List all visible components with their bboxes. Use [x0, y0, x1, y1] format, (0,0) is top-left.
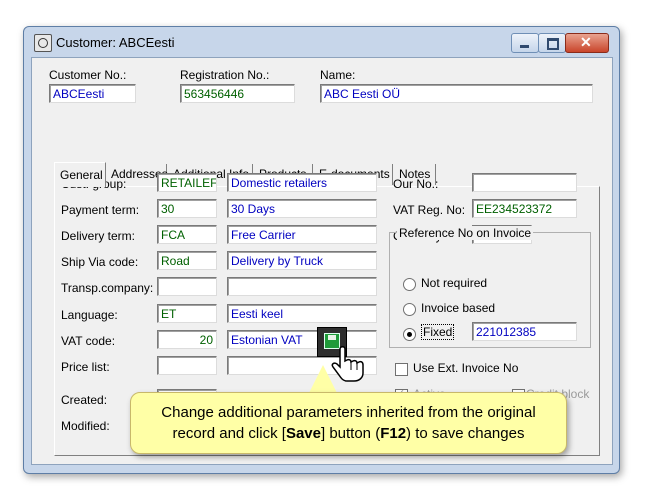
registration-no-label: Registration No.: — [180, 68, 270, 82]
payment-term-label: Payment term: — [61, 203, 140, 217]
callout-line-1: Change additional parameters inherited f… — [161, 404, 536, 421]
minimize-button[interactable] — [511, 33, 539, 53]
created-label: Created: — [61, 393, 108, 407]
minimize-icon — [520, 45, 529, 48]
payment-term-desc-field[interactable]: 30 Days — [227, 199, 377, 218]
ship-via-code-field[interactable]: Road — [157, 251, 217, 270]
instruction-callout: Change additional parameters inherited f… — [130, 392, 567, 454]
title-bar: Customer: ABCEesti ✕ — [24, 27, 619, 57]
radio-fixed[interactable] — [403, 328, 416, 341]
tab-general[interactable]: General — [54, 162, 106, 187]
fixed-reference-field[interactable]: 221012385 — [472, 322, 577, 341]
close-button[interactable]: ✕ — [565, 33, 609, 53]
cust-group-desc-field[interactable]: Domestic retailers — [227, 173, 377, 192]
radio-not-required-label: Not required — [421, 276, 488, 290]
vat-code-label: VAT code: — [61, 334, 116, 348]
price-list-label: Price list: — [61, 360, 110, 374]
callout-text-part: ] button ( — [320, 425, 381, 442]
callout-text-part: ) to save changes — [406, 425, 525, 442]
callout-text-part: record and click [ — [172, 425, 286, 442]
radio-fixed-text: Fixed — [421, 324, 455, 340]
radio-not-required[interactable] — [403, 278, 416, 291]
callout-f12-word: F12 — [380, 425, 407, 442]
window-title: Customer: ABCEesti — [56, 35, 175, 50]
transp-company-code-field[interactable] — [157, 277, 217, 296]
cust-group-code-field[interactable]: RETAILEF — [157, 173, 217, 192]
ship-via-desc-field[interactable]: Delivery by Truck — [227, 251, 377, 270]
app-icon — [34, 34, 52, 52]
radio-invoice-based-label: Invoice based — [421, 301, 496, 315]
close-icon: ✕ — [580, 34, 592, 50]
delivery-term-code-field[interactable]: FCA — [157, 225, 217, 244]
modified-label: Modified: — [61, 419, 110, 433]
price-list-code-field[interactable] — [157, 356, 217, 375]
language-desc-field[interactable]: Eesti keel — [227, 304, 377, 323]
maximize-icon — [547, 38, 559, 50]
reference-group-title: Reference No on Invoice — [397, 226, 534, 240]
callout-save-word: Save — [285, 425, 321, 442]
name-label: Name: — [320, 68, 356, 82]
transp-company-label: Transp.company: — [61, 281, 154, 295]
vat-code-code-field[interactable]: 20 — [157, 330, 217, 349]
callout-line-2: record and click [Save] button (F12) to … — [131, 423, 566, 444]
delivery-term-label: Delivery term: — [61, 229, 136, 243]
customer-no-label: Customer No.: — [49, 68, 127, 82]
payment-term-code-field[interactable]: 30 — [157, 199, 217, 218]
name-field[interactable]: ABC Eesti OÜ — [320, 84, 593, 103]
radio-invoice-based[interactable] — [403, 303, 416, 316]
language-code-field[interactable]: ET — [157, 304, 217, 323]
delivery-term-desc-field[interactable]: Free Carrier — [227, 225, 377, 244]
radio-fixed-label: Fixed — [421, 324, 455, 340]
use-ext-invoice-checkbox[interactable] — [395, 363, 408, 376]
use-ext-invoice-label: Use Ext. Invoice No — [413, 361, 519, 375]
ship-via-label: Ship Via code: — [61, 255, 139, 269]
transp-company-desc-field[interactable] — [227, 277, 377, 296]
our-no-field[interactable] — [472, 173, 577, 192]
customer-no-field[interactable]: ABCEesti — [49, 84, 136, 103]
maximize-button[interactable] — [538, 33, 566, 53]
language-label: Language: — [61, 308, 118, 322]
vat-reg-no-label: VAT Reg. No: — [393, 203, 466, 217]
callout-pointer — [309, 365, 337, 393]
vat-reg-no-field[interactable]: EE234523372 — [472, 199, 577, 218]
our-no-label: Our No.: — [393, 177, 439, 191]
registration-no-field[interactable]: 563456446 — [180, 84, 295, 103]
